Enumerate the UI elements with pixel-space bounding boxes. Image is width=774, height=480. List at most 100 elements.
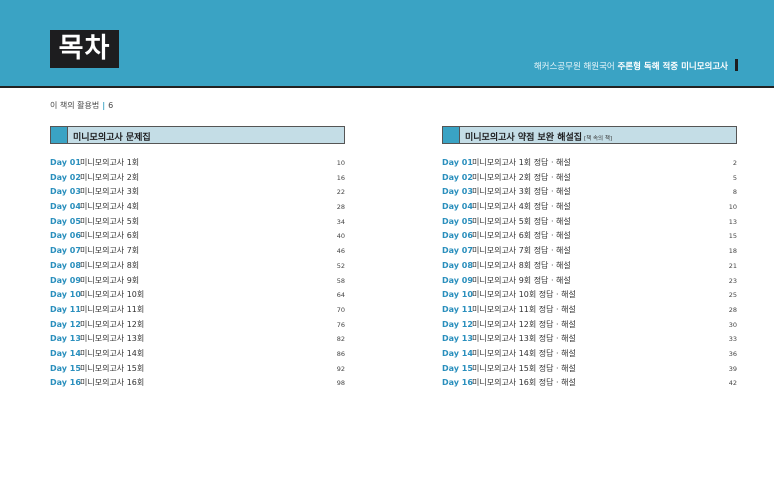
toc-item-title: 미니모의고사 9회	[80, 275, 140, 285]
toc-page-number: 28	[336, 203, 345, 212]
toc-page-number: 52	[336, 261, 345, 270]
toc-page-number: 34	[336, 217, 345, 226]
toc-row[interactable]: Day 03 미니모의고사 3회 22	[50, 185, 345, 200]
toc-page-number: 64	[336, 291, 345, 300]
toc-row[interactable]: Day 13 미니모의고사 13회 82	[50, 332, 345, 347]
toc-item-title: 미니모의고사 10회	[80, 290, 145, 300]
toc-day-label: Day 13	[442, 334, 473, 344]
page-title: 목차	[50, 30, 119, 68]
section-marker	[443, 127, 460, 143]
toc-page-number: 13	[728, 217, 737, 226]
toc-item-title: 미니모의고사 2회	[80, 172, 140, 182]
toc-row[interactable]: Day 14 미니모의고사 14회 정답 · 해설 36	[442, 347, 737, 362]
toc-day-label: Day 08	[442, 260, 473, 270]
toc-page-number: 10	[336, 159, 345, 167]
toc-item-title: 미니모의고사 13회 정답 · 해설	[472, 334, 576, 344]
toc-row[interactable]: Day 16 미니모의고사 16회 98	[50, 376, 345, 391]
usage-entry[interactable]: 이 책의 활용법 | 6	[50, 100, 113, 111]
toc-day-label: Day 04	[442, 202, 473, 212]
toc-row[interactable]: Day 08 미니모의고사 8회 정답 · 해설 21	[442, 259, 737, 274]
toc-day-label: Day 03	[50, 187, 81, 197]
toc-row[interactable]: Day 06 미니모의고사 6회 40	[50, 229, 345, 244]
section-title: 미니모의고사 문제집	[73, 133, 151, 143]
toc-row[interactable]: Day 13 미니모의고사 13회 정답 · 해설 33	[442, 332, 737, 347]
toc-page-number: 16	[336, 173, 345, 182]
toc-item-title: 미니모의고사 1회 정답 · 해설	[472, 158, 571, 167]
section-note: [책 속의 책]	[584, 136, 613, 142]
toc-row[interactable]: Day 07 미니모의고사 7회 46	[50, 244, 345, 259]
toc-row[interactable]: Day 15 미니모의고사 15회 92	[50, 362, 345, 377]
answer-book-section: 미니모의고사 약점 보완 해설집 [책 속의 책] Day 01 미니모의고사 1회…	[442, 126, 737, 391]
toc-day-label: Day 16	[442, 378, 473, 388]
toc-item-title: 미니모의고사 4회	[80, 202, 140, 212]
toc-row[interactable]: Day 09 미니모의고사 9회 정답 · 해설 23	[442, 274, 737, 289]
toc-row[interactable]: Day 11 미니모의고사 11회 정답 · 해설 28	[442, 303, 737, 318]
toc-item-title: 미니모의고사 9회 정답 · 해설	[472, 275, 571, 285]
toc-day-label: Day 09	[50, 275, 81, 285]
toc-item-title: 미니모의고사 5회 정답 · 해설	[472, 216, 571, 226]
toc-page-number: 22	[336, 188, 345, 197]
toc-row[interactable]: Day 12 미니모의고사 12회 정답 · 해설 30	[442, 318, 737, 333]
toc-page-number: 92	[336, 364, 345, 373]
toc-day-label: Day 15	[442, 363, 473, 373]
toc-row[interactable]: Day 05 미니모의고사 5회 34	[50, 215, 345, 230]
toc-day-label: Day 05	[442, 216, 473, 226]
toc-row[interactable]: Day 10 미니모의고사 10회 정답 · 해설 25	[442, 288, 737, 303]
toc-page-number: 86	[336, 349, 345, 358]
toc-row[interactable]: Day 08 미니모의고사 8회 52	[50, 259, 345, 274]
subtitle-bar	[735, 59, 738, 71]
section-title: 미니모의고사 약점 보완 해설집 [책 속의 책]	[465, 130, 612, 143]
toc-row[interactable]: Day 07 미니모의고사 7회 정답 · 해설 18	[442, 244, 737, 259]
toc-page-number: 33	[728, 335, 737, 344]
section-header: 미니모의고사 약점 보완 해설집 [책 속의 책]	[442, 126, 737, 144]
toc-row[interactable]: Day 02 미니모의고사 2회 정답 · 해설 5	[442, 171, 737, 186]
toc-row[interactable]: Day 04 미니모의고사 4회 28	[50, 200, 345, 215]
toc-day-label: Day 12	[442, 319, 473, 329]
toc-row[interactable]: Day 01 미니모의고사 1회 10	[50, 156, 345, 171]
toc-item-title: 미니모의고사 11회	[80, 304, 145, 314]
toc-page-number: 46	[336, 247, 345, 256]
toc-day-label: Day 07	[442, 246, 473, 256]
toc-row[interactable]: Day 02 미니모의고사 2회 16	[50, 171, 345, 186]
toc-page-number: 30	[728, 320, 737, 329]
toc-row[interactable]: Day 04 미니모의고사 4회 정답 · 해설 10	[442, 200, 737, 215]
usage-page: 6	[108, 101, 114, 110]
toc-row[interactable]: Day 01 미니모의고사 1회 정답 · 해설 2	[442, 156, 737, 171]
toc-row[interactable]: Day 11 미니모의고사 11회 70	[50, 303, 345, 318]
toc-row[interactable]: Day 15 미니모의고사 15회 정답 · 해설 39	[442, 362, 737, 377]
toc-row[interactable]: Day 10 미니모의고사 10회 64	[50, 288, 345, 303]
toc-day-label: Day 03	[442, 187, 473, 197]
problem-book-section: 미니모의고사 문제집 Day 01 미니모의고사 1회 10 Day 02 미니모의고사…	[50, 126, 345, 391]
toc-row[interactable]: Day 12 미니모의고사 12회 76	[50, 318, 345, 333]
toc-item-title: 미니모의고사 16회	[80, 378, 145, 388]
toc-page-number: 28	[728, 305, 737, 314]
subtitle-prefix: 해커스공무원 해원국어	[533, 62, 615, 72]
toc-row[interactable]: Day 09 미니모의고사 9회 58	[50, 274, 345, 289]
toc-item-title: 미니모의고사 15회 정답 · 해설	[472, 363, 576, 373]
toc-item-title: 미니모의고사 3회 정답 · 해설	[472, 187, 571, 197]
toc-item-title: 미니모의고사 16회 정답 · 해설	[472, 378, 576, 388]
toc-page-number: 98	[336, 379, 345, 388]
toc-row[interactable]: Day 16 미니모의고사 16회 정답 · 해설 42	[442, 376, 737, 391]
toc-row[interactable]: Day 03 미니모의고사 3회 정답 · 해설 8	[442, 185, 737, 200]
toc-day-label: Day 13	[50, 334, 81, 344]
toc-row[interactable]: Day 06 미니모의고사 6회 정답 · 해설 15	[442, 229, 737, 244]
toc-day-label: Day 15	[50, 363, 81, 373]
toc-day-label: Day 02	[50, 172, 81, 182]
toc-item-title: 미니모의고사 15회	[80, 363, 145, 373]
toc-item-title: 미니모의고사 8회	[80, 260, 140, 270]
toc-item-title: 미니모의고사 3회	[80, 187, 140, 197]
section-header: 미니모의고사 문제집	[50, 126, 345, 144]
toc-row[interactable]: Day 05 미니모의고사 5회 정답 · 해설 13	[442, 215, 737, 230]
toc-list: Day 01 미니모의고사 1회 10 Day 02 미니모의고사 2회 16 Day 03…	[50, 156, 345, 391]
toc-day-label: Day 05	[50, 216, 81, 226]
toc-item-title: 미니모의고사 7회 정답 · 해설	[472, 246, 571, 256]
section-marker	[51, 127, 68, 143]
toc-page-number: 76	[336, 320, 345, 329]
toc-day-label: Day 04	[50, 202, 81, 212]
toc-page-number: 36	[728, 349, 737, 358]
toc-row[interactable]: Day 14 미니모의고사 14회 86	[50, 347, 345, 362]
toc-item-title: 미니모의고사 10회 정답 · 해설	[472, 290, 576, 300]
toc-day-label: Day 02	[442, 172, 473, 182]
toc-day-label: Day 12	[50, 319, 81, 329]
